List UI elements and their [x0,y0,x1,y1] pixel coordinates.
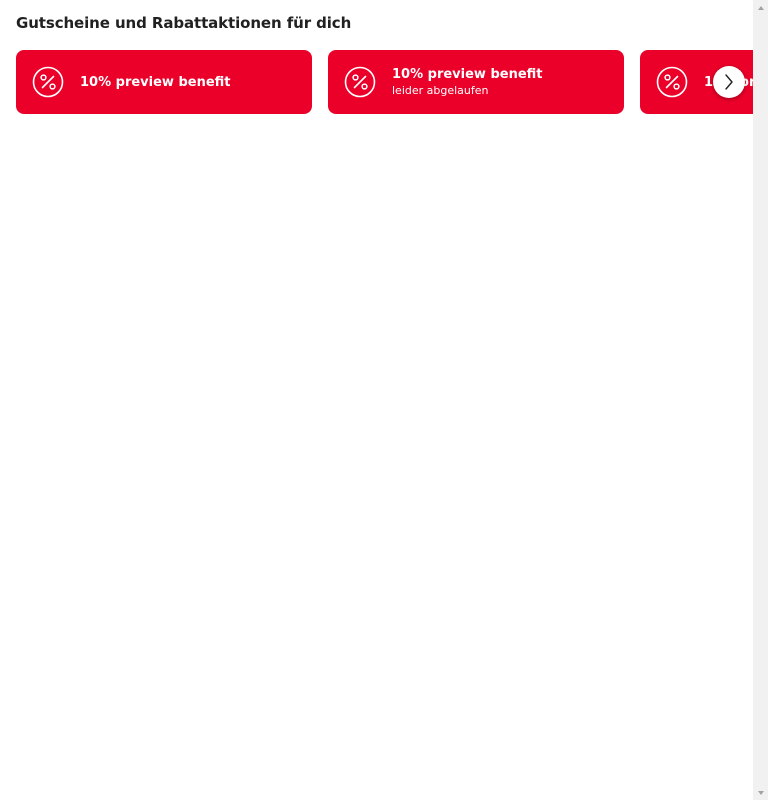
triangle-down-icon [757,790,764,795]
scroll-down-arrow[interactable] [753,785,768,800]
voucher-card[interactable]: 10% preview benefit [16,50,312,114]
triangle-up-icon [757,5,764,10]
main-content: Gutscheine und Rabattaktionen für dich 1… [0,0,753,800]
voucher-title: 10% preview benefit [392,67,543,82]
page: Gutscheine und Rabattaktionen für dich 1… [0,0,768,800]
scroll-up-arrow[interactable] [753,0,768,15]
percent-icon [344,66,376,98]
percent-icon [656,66,688,98]
percent-icon [32,66,64,98]
voucher-texts: 10% preview benefit leider abgelaufen [392,50,543,114]
voucher-carousel: 10% preview benefit 10% preview benefit … [0,50,753,114]
voucher-status: leider abgelaufen [392,84,489,97]
voucher-texts: 10% preview benefit [80,50,231,114]
chevron-right-icon [725,74,733,90]
vertical-scrollbar[interactable] [753,0,768,800]
section-title: Gutscheine und Rabattaktionen für dich [16,14,352,32]
voucher-title: 10% preview benefit [80,74,231,90]
voucher-card[interactable]: 10% preview benefit leider abgelaufen [328,50,624,114]
carousel-next-button[interactable] [713,66,745,98]
